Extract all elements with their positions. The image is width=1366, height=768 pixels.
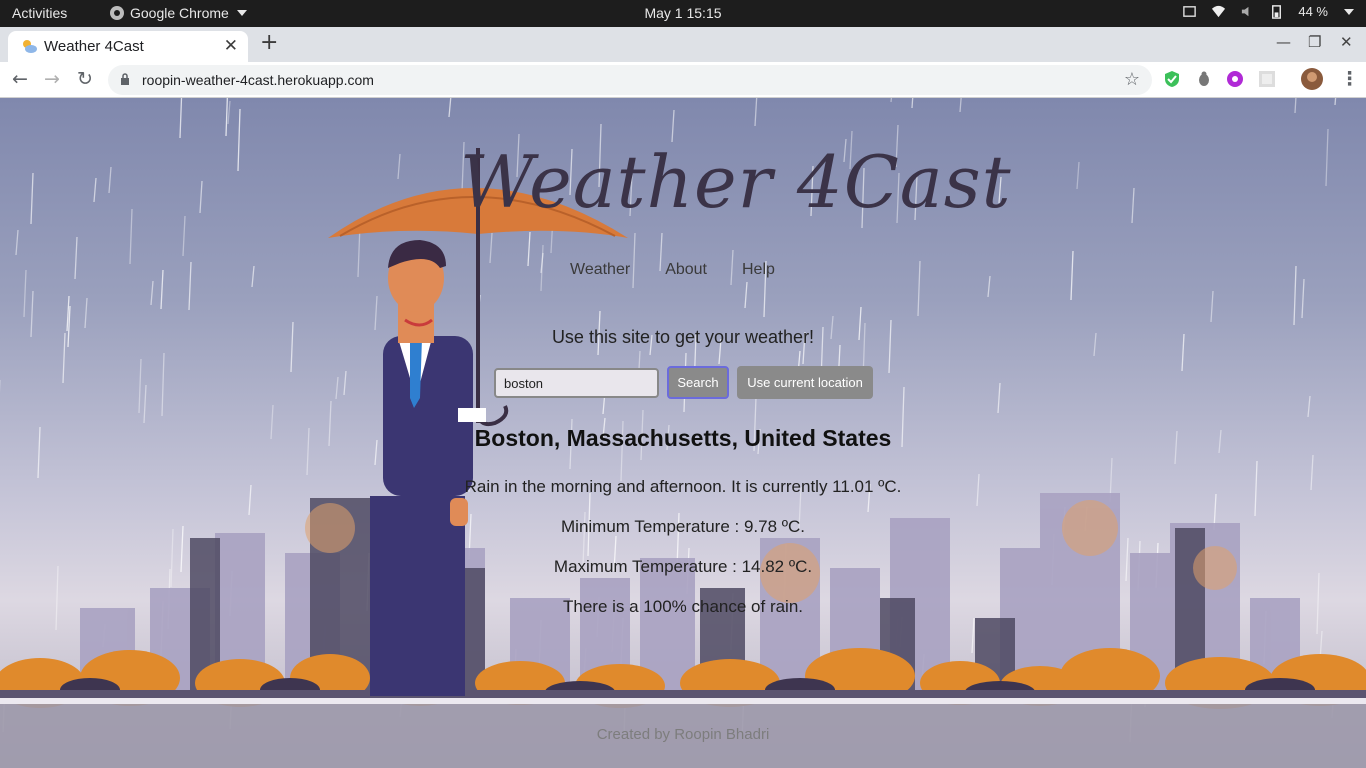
screen-icon xyxy=(1183,6,1197,17)
reload-icon[interactable]: ↻ xyxy=(77,68,93,90)
page-viewport: Weather 4Cast Weather About Help Use thi… xyxy=(0,98,1366,768)
tab-weather-4cast[interactable]: Weather 4Cast ✕ xyxy=(8,31,248,62)
minimize-icon[interactable]: — xyxy=(1276,33,1291,51)
address-bar[interactable]: roopin-weather-4cast.herokuapp.com ☆ xyxy=(108,65,1152,95)
min-temperature: Minimum Temperature : 9.78 ºC. xyxy=(561,517,805,536)
nav-help[interactable]: Help xyxy=(742,261,775,279)
restore-icon[interactable]: ❐ xyxy=(1308,33,1321,51)
chrome-menu-icon[interactable]: ⋮ xyxy=(1340,68,1359,90)
browser-toolbar: ← → ↻ roopin-weather-4cast.herokuapp.com… xyxy=(0,62,1366,98)
nav-weather[interactable]: Weather xyxy=(570,261,630,279)
close-window-icon[interactable]: ✕ xyxy=(1340,33,1353,51)
close-tab-icon[interactable]: ✕ xyxy=(224,36,238,56)
grid-extension-icon[interactable] xyxy=(1258,70,1276,88)
footer-credit: Created by Roopin Bhadri xyxy=(596,726,770,743)
profile-avatar[interactable] xyxy=(1301,68,1323,90)
forward-arrow-icon[interactable]: → xyxy=(44,68,60,90)
tab-strip: Weather 4Cast ✕ + — ❐ ✕ xyxy=(0,27,1366,62)
bookmark-star-icon[interactable]: ☆ xyxy=(1124,69,1140,90)
tab-title: Weather 4Cast xyxy=(44,38,144,55)
shield-extension-icon[interactable] xyxy=(1163,70,1181,88)
system-tray[interactable]: 44 % xyxy=(1182,4,1354,19)
rain-chance: There is a 100% chance of rain. xyxy=(562,597,804,616)
wifi-icon xyxy=(1212,5,1226,18)
intro-text: Use this site to get your weather! xyxy=(551,327,815,347)
battery-icon xyxy=(1272,5,1282,19)
url-text: roopin-weather-4cast.herokuapp.com xyxy=(142,72,374,88)
battery-percent: 44 % xyxy=(1298,4,1328,19)
caret-down-icon xyxy=(1344,8,1354,15)
use-current-location-button[interactable]: Use current location xyxy=(737,366,873,399)
max-temperature: Maximum Temperature : 14.82 ºC. xyxy=(553,557,813,576)
bug-extension-icon[interactable] xyxy=(1195,70,1213,88)
volume-icon xyxy=(1242,6,1249,17)
system-clock[interactable]: May 1 15:15 xyxy=(0,5,1366,21)
new-tab-button[interactable]: + xyxy=(260,30,278,55)
search-button[interactable]: Search xyxy=(667,366,729,399)
lock-icon xyxy=(121,73,129,85)
back-arrow-icon[interactable]: ← xyxy=(12,68,28,90)
nav-about[interactable]: About xyxy=(665,261,707,279)
site-logo-title[interactable]: Weather 4Cast xyxy=(460,140,1011,224)
weather-favicon-icon xyxy=(23,40,37,53)
purple-extension-icon[interactable] xyxy=(1226,70,1244,88)
page-content: Weather 4Cast Weather About Help Use thi… xyxy=(0,98,1366,768)
system-top-bar: Activities Google Chrome May 1 15:15 44 … xyxy=(0,0,1366,27)
location-heading: Boston, Massachusetts, United States xyxy=(474,425,892,451)
location-search-input[interactable] xyxy=(494,368,659,398)
main-nav: Weather About Help xyxy=(570,261,775,279)
forecast-summary: Rain in the morning and afternoon. It is… xyxy=(464,477,902,496)
